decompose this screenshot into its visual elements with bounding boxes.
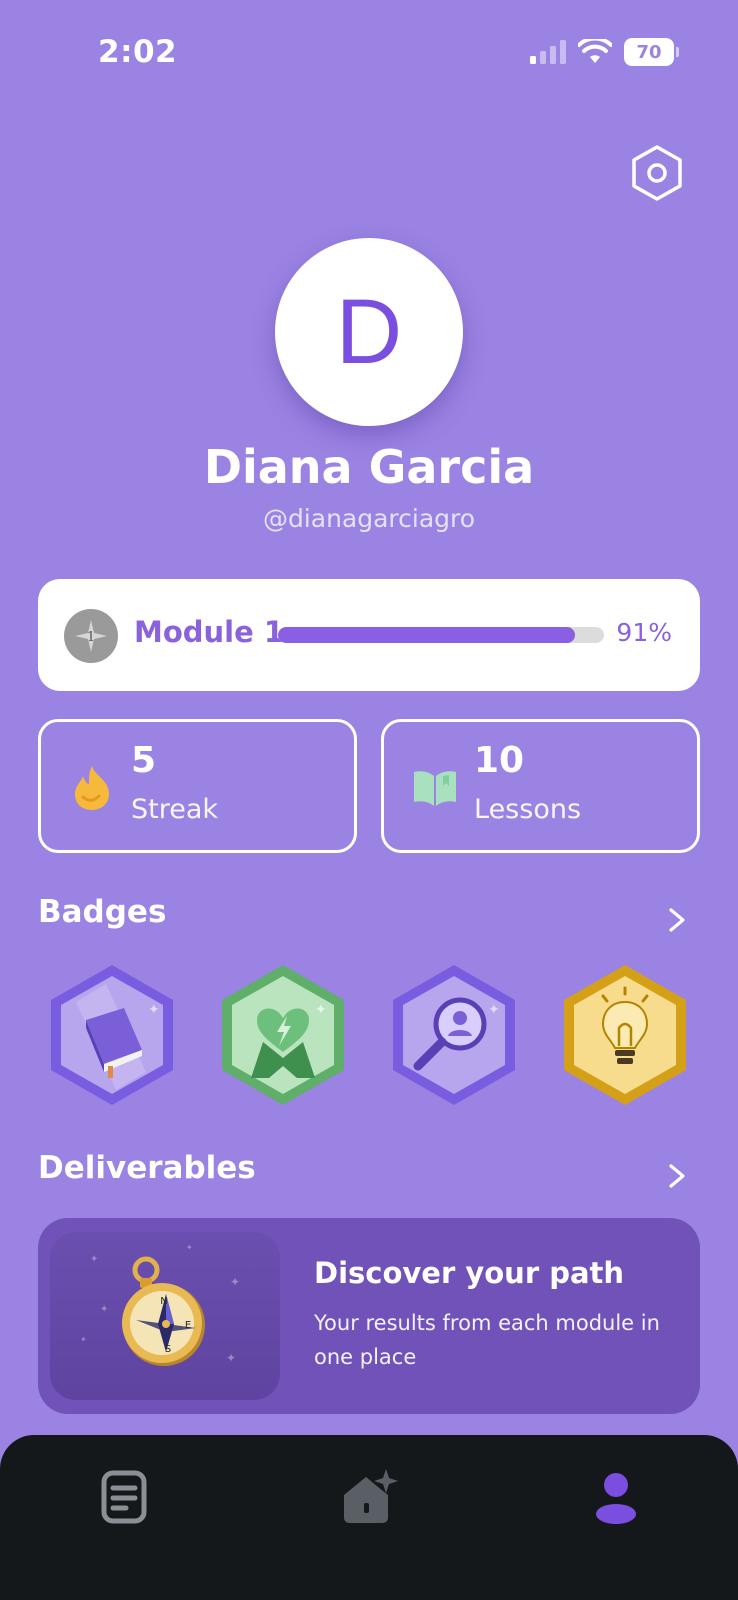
lightbulb-badge[interactable] [559,962,691,1108]
svg-text:✦: ✦ [226,1351,236,1365]
search-person-badge[interactable]: ✦ [388,962,520,1108]
user-handle: @dianagarciagro [262,504,476,533]
status-time: 2:02 [98,34,178,70]
bottom-nav [0,1435,738,1600]
document-icon [101,1470,147,1524]
streak-card[interactable]: 5 Streak [38,719,357,853]
settings-hexagon-icon [632,145,682,201]
avatar-initial: D [335,280,403,383]
user-name: Diana Garcia [203,440,535,494]
svg-text:✦: ✦ [100,1304,108,1315]
svg-text:✦: ✦ [230,1275,240,1289]
home-sparkle-icon [344,1469,398,1523]
battery-level: 70 [636,41,662,63]
deliverables-chevron-right-icon[interactable] [666,1162,688,1190]
profile-icon [596,1473,636,1524]
svg-text:✦: ✦ [315,1002,327,1018]
deliverables-title: Deliverables [38,1150,256,1186]
nav-item-lessons[interactable] [94,1467,154,1527]
deliverable-image: ✦ ✦ ✦ ✦ ✦ ✦ N S E [50,1232,280,1400]
book-badge[interactable]: ✦ [46,962,178,1108]
deliverable-card[interactable]: ✦ ✦ ✦ ✦ ✦ ✦ N S E Discover your path You… [38,1218,700,1414]
nav-item-home[interactable] [338,1467,398,1527]
status-bar: 2:02 70 [0,0,738,110]
badges-chevron-right-icon[interactable] [666,906,688,934]
module-progress-bar [278,627,604,643]
signal-icon [530,40,566,64]
module-percent: 91% [616,618,672,647]
module-progress-card[interactable]: 1 Module 1 91% [38,579,700,691]
deliverable-title: Discover your path [314,1256,625,1290]
svg-text:✦: ✦ [90,1254,98,1265]
lessons-label: Lessons [474,794,582,825]
streak-value: 5 [131,740,157,781]
lessons-card[interactable]: 10 Lessons [381,719,700,853]
streak-label: Streak [131,794,219,825]
svg-text:S: S [165,1344,171,1355]
settings-button[interactable] [628,144,686,202]
module-icon-number: 1 [87,630,95,645]
module-label: Module 1 [134,615,285,649]
heart-lightning-badge[interactable]: ✦ [217,962,349,1108]
svg-text:E: E [185,1320,191,1331]
flame-icon [75,766,109,810]
avatar[interactable]: D [275,238,463,426]
deliverable-description: Your results from each module in one pla… [314,1311,660,1369]
status-icons: 70 [530,38,679,66]
open-book-icon [414,771,456,806]
svg-text:✦: ✦ [488,1002,500,1018]
badges-title: Badges [38,894,167,930]
svg-text:N: N [160,1296,167,1307]
battery-icon: 70 [624,38,679,66]
module-progress-fill [278,627,575,643]
compass-icon: ✦ ✦ ✦ ✦ ✦ ✦ N S E [80,1243,240,1366]
svg-text:✦: ✦ [80,1335,87,1344]
lessons-value: 10 [474,740,525,781]
svg-text:✦: ✦ [148,1002,160,1018]
nav-item-profile[interactable] [586,1467,646,1527]
module-star-icon: 1 [64,609,118,663]
svg-text:✦: ✦ [186,1243,193,1252]
wifi-icon [578,39,612,63]
